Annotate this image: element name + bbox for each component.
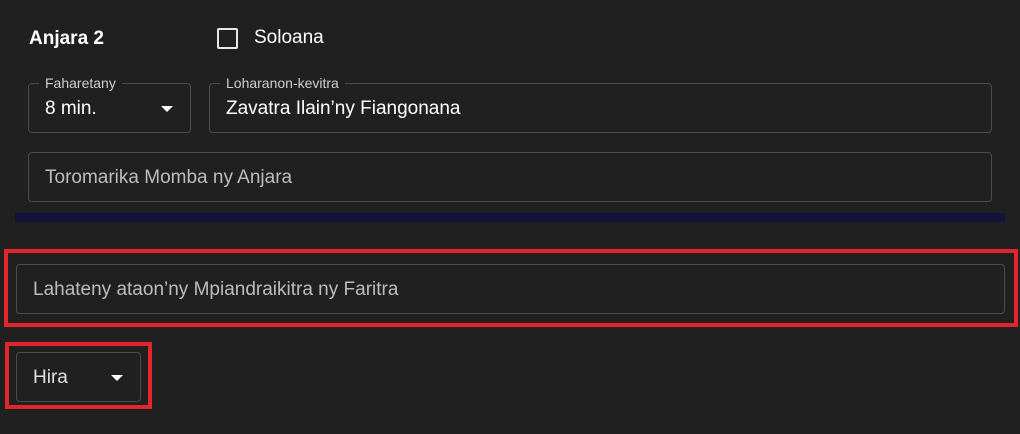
checkbox-unchecked-icon[interactable] [217, 27, 238, 49]
source-field-value: Zavatra Ilain’ny Fiangonana [226, 98, 461, 119]
caret-down-icon[interactable] [161, 106, 173, 112]
solo-checkbox-label: Soloana [254, 27, 324, 48]
duration-select[interactable]: Faharetany 8 min. [28, 75, 191, 133]
part-theme-placeholder: Toromarika Momba ny Anjara [45, 167, 293, 188]
source-field[interactable]: Loharanon-kevitra Zavatra Ilain’ny Fiang… [209, 75, 992, 133]
part-title: Anjara 2 [29, 28, 104, 49]
song-select-value: Hira [33, 367, 68, 388]
solo-checkbox[interactable]: Soloana [217, 27, 324, 49]
duration-select-legend: Faharetany [39, 75, 122, 91]
part-theme-input[interactable]: Toromarika Momba ny Anjara [28, 152, 992, 202]
caret-down-icon[interactable] [111, 375, 123, 381]
song-select[interactable]: Hira [16, 352, 141, 402]
study-point-input[interactable]: Lahateny ataon’ny Mpiandraikitra ny Fari… [16, 264, 1005, 314]
source-field-legend: Loharanon-kevitra [220, 75, 345, 91]
part-editor: Anjara 2 Soloana Faharetany 8 min. Lohar… [0, 0, 1020, 434]
study-point-placeholder: Lahateny ataon’ny Mpiandraikitra ny Fari… [33, 279, 399, 300]
duration-select-value: 8 min. [45, 98, 97, 119]
section-divider [15, 213, 1005, 222]
